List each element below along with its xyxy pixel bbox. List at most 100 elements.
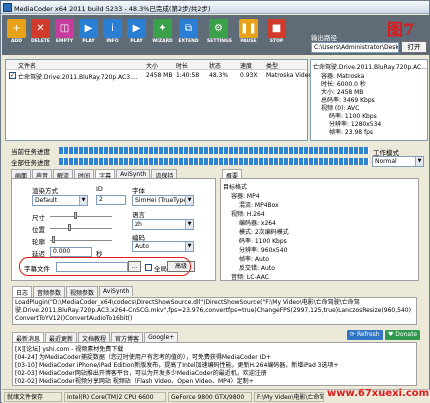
summary-line: 编码器: x264 [239,220,276,227]
wizard-icon: ✦ [153,19,172,38]
col-type[interactable]: 类型 [266,61,278,70]
highlight-oval [19,257,191,276]
summary-line: 视频: H.264 [231,211,265,218]
toolbar-button-label: EXTEND [178,39,199,44]
open-button[interactable]: 打开 [401,41,427,53]
row-status: 48.3% [209,72,229,79]
toolbar-button-label: PLAY [82,39,95,44]
summary-line: 容器: MP4 [231,193,260,200]
chevron-down-icon: ▼ [185,196,193,205]
toolbar-button-label: ADD [11,39,22,44]
language-select[interactable]: zh ▼ [132,219,194,230]
font-value: SimHei (TrueType) [135,197,190,204]
id-input[interactable]: 2 [96,195,126,205]
tab-google-plus[interactable]: Google+ [144,332,179,342]
extend-button[interactable]: ⧉ EXTEND [177,17,200,52]
total-progress-bar [59,158,369,165]
info-icon: i [103,19,122,38]
news-list[interactable]: [X][论坛] yshi.com - 视频素材免费下载 [04-24] 为Med… [12,342,417,386]
news-item[interactable]: [02-02] MediaCoder视频分享网站 视频站（Flash Video… [15,376,254,385]
row-filename: 亡命驾驶.Drive.2011.BluRay.720p.AC3.... [18,74,138,81]
row-size: 2458 MB [146,72,173,79]
col-duration[interactable]: 时长 [176,61,188,70]
tab-avisynth-log[interactable]: AviSynth [99,286,134,296]
encoding-select[interactable]: Auto ▼ [132,241,194,252]
donate-label: Donate [395,331,418,338]
toolbar-button-label: PAUSE [240,39,257,44]
language-label: 语言 [132,211,145,219]
chevron-down-icon: ▼ [79,196,87,205]
refresh-label: Refresh [356,331,380,338]
render-mode-select[interactable]: Default ▼ [32,195,88,206]
delay-input[interactable]: 0.000 [50,247,92,257]
size-slider-thumb[interactable] [74,212,77,219]
outline-slider[interactable] [50,240,112,241]
row-type: Matroska Video [266,72,313,79]
outline-slider-thumb[interactable] [52,236,55,243]
current-progress-bar [59,147,369,154]
log-output[interactable]: LoadPlugin("D:\MediaCoder_x64\codecs\Dir… [12,297,417,325]
position-slider-thumb[interactable] [68,224,71,231]
chevron-down-icon: ▼ [415,157,423,166]
prop-line: 亡命驾驶.Drive.2011.BluRay.720p.AC... [313,64,427,71]
priority-select[interactable]: Normal ▼ [372,156,424,167]
toolbar-button-label: STOP [269,39,284,44]
pause-button[interactable]: ❚❚ PAUSE [237,17,260,52]
refresh-button[interactable]: ⟳ Refresh [347,330,383,340]
id-label: ID [96,185,103,193]
settings-button[interactable]: ⚙ SETTINGS [207,17,232,52]
row-checkbox[interactable]: ✓ [9,72,16,79]
toolbar-button-label: DELETE [31,39,50,44]
info-button[interactable]: i INFO [101,17,124,52]
render-mode-label: 渲染方式 [32,187,58,195]
file-list[interactable]: 文件名 大小 时长 状态 速度 类型 ✓ 亡命驾驶.Drive.2011.Blu… [5,59,312,141]
summary-pane: 目标格式 容器: MP4 混流: MP4Box 视频: H.264 编码器: x… [220,178,419,281]
wizard-button[interactable]: ✦ WIZARD [151,17,174,52]
log-tabs: 日志 音频参数 视频参数 AviSynth [12,286,134,298]
summary-line: 分辨率: 960x540 [239,247,288,254]
table-row[interactable]: ✓ 亡命驾驶.Drive.2011.BluRay.720p.AC3.... 24… [6,71,312,81]
delete-button[interactable]: ✕ DELETE [29,17,52,52]
summary-line: 音频: LC-AAC [231,274,269,281]
play-icon: ▶ [127,19,146,38]
font-select[interactable]: SimHei (TrueType) ▼ [132,195,194,206]
add-icon: + [7,19,26,38]
position-slider[interactable] [50,228,112,229]
empty-button[interactable]: ◫ EMPTY [53,17,76,52]
play-icon: ▶ [79,19,98,38]
language-value: zh [135,221,142,228]
size-slider[interactable] [50,216,112,217]
toolbar-button-label: PLAY [130,39,143,44]
col-size[interactable]: 大小 [146,61,158,70]
status-path: F:\My Video\电影\亡命驾驶 [254,392,324,402]
toolbar-button-label: SETTINGS [207,39,232,44]
figure-label: 图7 [387,20,415,39]
toolbar-button-label: INFO [106,39,119,44]
col-status[interactable]: 状态 [209,61,221,70]
summary-line: 码率: 1100 Kbps [239,238,287,245]
size-label: 尺寸 [32,214,45,222]
summary-line: 模式: 2次编码模式 [239,229,289,236]
properties-tree[interactable]: 亡命驾驶.Drive.2011.BluRay.720p.AC... 容器: Ma… [310,59,428,141]
summary-tabs: 概要 [222,169,243,181]
app-window: MediaCoder x64 2011 build 5233 - 48.3%已完… [0,0,430,403]
summary-line: 反交错: Auto [239,265,275,272]
output-path-label: 输出路径 [311,34,337,42]
encoding-value: Auto [135,243,149,250]
total-progress-label: 全部任务进度 [11,159,50,167]
col-filename[interactable]: 文件名 [18,61,36,70]
play-button[interactable]: ▶ PLAY [125,17,148,52]
stop-button[interactable]: ■ STOP [265,17,288,52]
extend-icon: ⧉ [179,19,198,38]
toolbar-button-label: WIZARD [152,39,173,44]
settings-tabs: 画面 声音 解流 时间 字幕 AviSynth 流保持 [11,169,178,181]
summary-line: 目标格式 [223,184,248,191]
output-path-input[interactable]: C:\Users\Administrator\Desk [311,42,399,53]
donate-button[interactable]: ♥ Donate [385,330,421,340]
add-button[interactable]: + ADD [5,17,28,52]
delete-icon: ✕ [31,19,50,38]
status-cpu: Intel(R) Core(TM)2 CPU 6600 [64,392,166,402]
chevron-down-icon: ▼ [185,242,193,251]
col-speed[interactable]: 速度 [240,61,252,70]
play-button[interactable]: ▶ PLAY [77,17,100,52]
